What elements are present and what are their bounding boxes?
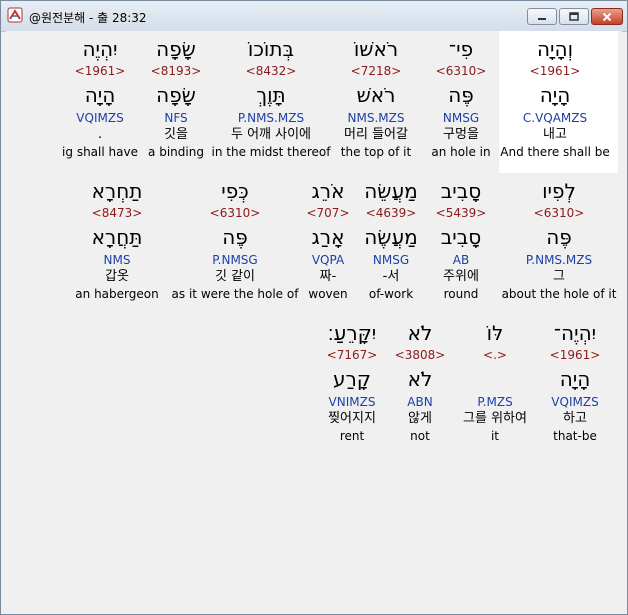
lemma-word: הָיָה <box>84 83 116 107</box>
hebrew-word: יִקָּרֵעַ׃ <box>327 321 377 345</box>
minimize-icon <box>528 9 556 24</box>
lemma-word: פֶּה <box>222 225 248 249</box>
korean-gloss: 찢어지지 <box>328 411 376 426</box>
maximize-icon <box>560 9 588 24</box>
close-icon <box>592 9 622 24</box>
word-cell[interactable]: תַחְרָא <8473> תַּחֲרָא NMS 갑옷 an habergeon <box>52 177 182 302</box>
title-bar[interactable]: @원전분해 - 출 28:32 <box>1 1 627 32</box>
hebrew-word: תַחְרָא <box>91 179 143 203</box>
hebrew-word: כְּפִי <box>221 179 249 203</box>
strong-number: <8473> <box>91 206 143 220</box>
english-gloss: an habergeon <box>75 287 159 301</box>
word-cell[interactable]: יִקָּרֵעַ׃ <7167> קָרַע VNIMZS 찢어지지 rent <box>287 319 417 444</box>
word-cell[interactable]: כְּפִי <6310> פֶּה P.NMSG 깃 같이 as it were the… <box>170 177 300 302</box>
english-gloss: as it were the hole of <box>171 287 299 301</box>
hebrew-word: יִהְיֶה <box>82 37 118 61</box>
morphology-code: VQIMZS <box>76 111 124 125</box>
morphology-code: P.NMSG <box>212 253 258 267</box>
close-button[interactable] <box>591 8 623 25</box>
korean-gloss: . <box>97 127 103 142</box>
lemma-word: תַּחֲרָא <box>91 225 143 249</box>
strong-number: <6310> <box>209 206 261 220</box>
strong-number: <1961> <box>74 64 126 78</box>
minimize-button[interactable] <box>527 8 557 25</box>
english-gloss: ig shall have <box>62 145 138 159</box>
interlinear-view[interactable]: וְהָיָה <1961> הָיָה C.VQAMZS 내고 And there sh… <box>6 31 622 609</box>
strong-number: <7167> <box>326 348 378 362</box>
morphology-code: VNIMZS <box>328 395 376 409</box>
window-title: @원전분해 - 출 28:32 <box>29 11 147 25</box>
korean-gloss: 깃 같이 <box>214 269 255 284</box>
morphology-code: NMS <box>103 253 131 267</box>
korean-gloss: 갑옷 <box>105 269 129 284</box>
word-cell[interactable]: יִהְיֶה <1961> הָיָה VQIMZS. ig shall have <box>35 35 165 160</box>
app-window: @원전분해 - 출 28:32 וְהָיָה <1961> הָיָה C.VQAM… <box>0 0 628 615</box>
maximize-button[interactable] <box>559 8 589 25</box>
lemma-word: קָרַע <box>333 367 371 391</box>
english-gloss: rent <box>339 429 365 443</box>
app-icon <box>7 7 23 23</box>
